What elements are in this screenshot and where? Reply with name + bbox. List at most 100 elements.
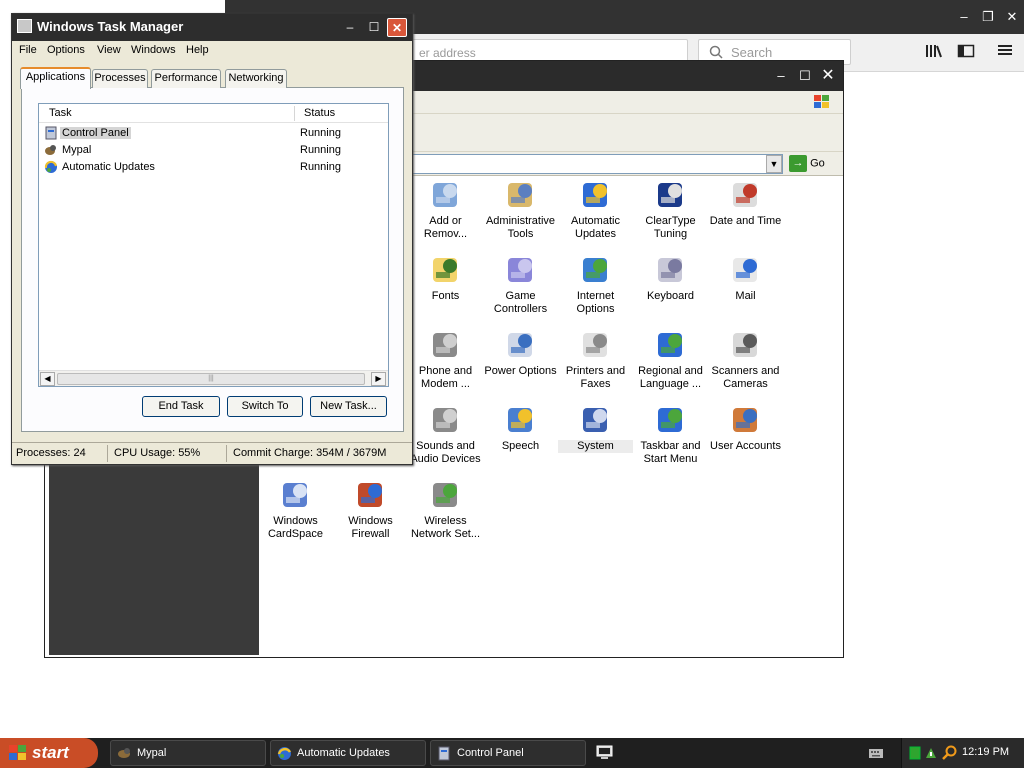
column-task[interactable]: Task (49, 107, 72, 119)
safely-remove-icon[interactable] (924, 746, 938, 760)
windows-flag-icon (9, 745, 26, 760)
cp-item[interactable]: Speech (483, 404, 558, 453)
cp-item[interactable]: Administrative Tools (483, 179, 558, 241)
address-input[interactable] (395, 154, 783, 174)
cp-item[interactable]: Fonts (408, 254, 483, 303)
tm-maximize-button[interactable]: ☐ (364, 18, 384, 37)
internet-options-icon (580, 254, 612, 286)
new-task-button[interactable]: New Task... (310, 396, 387, 417)
tm-menubar: File Options View Windows Help (12, 41, 412, 61)
cp-item[interactable]: Automatic Updates (558, 179, 633, 241)
library-icon[interactable] (924, 43, 944, 63)
cp-item[interactable]: Keyboard (633, 254, 708, 303)
cp-item[interactable]: Taskbar and Start Menu (633, 404, 708, 466)
go-button[interactable]: → Go (789, 155, 839, 173)
cp-item[interactable]: ClearType Tuning (633, 179, 708, 241)
cp-item-label: User Accounts (710, 440, 781, 452)
administrative-tools-icon (505, 179, 537, 211)
cp-minimize-button[interactable]: – (771, 67, 791, 85)
cp-item[interactable]: Wireless Network Set... (408, 479, 483, 541)
table-row[interactable]: Automatic Updates Running (39, 159, 388, 176)
column-status[interactable]: Status (304, 107, 335, 119)
scroll-left-button[interactable]: ◀ (40, 372, 55, 386)
tm-close-button[interactable]: ✕ (387, 18, 407, 37)
switch-to-button[interactable]: Switch To (227, 396, 303, 417)
taskbar-button-mypal[interactable]: Mypal (110, 740, 266, 766)
task-manager-tray-icon[interactable] (596, 744, 613, 761)
cp-item-label: Keyboard (646, 290, 695, 302)
taskbar-button-control-panel[interactable]: Control Panel (430, 740, 586, 766)
fonts-icon (430, 254, 462, 286)
task-name: Automatic Updates (62, 161, 155, 173)
task-manager-title: Windows Task Manager (37, 19, 184, 34)
mail-icon (730, 254, 762, 286)
taskbar-button-label: Mypal (137, 747, 167, 759)
browser-minimize-button[interactable]: – (953, 8, 975, 26)
cp-item-label: Phone and Modem ... (418, 365, 473, 390)
cp-item[interactable]: Sounds and Audio Devices (408, 404, 483, 466)
cp-item[interactable]: Phone and Modem ... (408, 329, 483, 391)
cp-maximize-button[interactable]: ☐ (795, 67, 815, 85)
column-divider[interactable] (294, 106, 295, 121)
system-icon (580, 404, 612, 436)
scroll-right-button[interactable]: ▶ (371, 372, 386, 386)
browser-close-button[interactable]: ✕ (1001, 8, 1023, 26)
control-panel-icon (44, 126, 58, 140)
cp-item[interactable]: Printers and Faxes (558, 329, 633, 391)
tab-processes[interactable]: Processes (92, 69, 148, 88)
menu-options[interactable]: Options (47, 44, 85, 56)
cp-item-label: Mail (735, 290, 756, 302)
cp-item-label: Game Controllers (493, 290, 548, 315)
game-controllers-icon (505, 254, 537, 286)
taskbar-button-automatic-updates[interactable]: Automatic Updates (270, 740, 426, 766)
wireless-icon (430, 479, 462, 511)
cp-item[interactable]: User Accounts (708, 404, 783, 453)
cp-item-label: ClearType Tuning (645, 215, 696, 240)
network-icon[interactable] (909, 746, 921, 760)
search-tray-icon[interactable] (942, 745, 957, 760)
cp-item-label: Add or Remov... (423, 215, 468, 240)
end-task-button[interactable]: End Task (142, 396, 220, 417)
start-button[interactable]: start (0, 738, 98, 768)
sidebar-icon[interactable] (956, 43, 976, 63)
table-row[interactable]: Control Panel Running (39, 125, 388, 142)
cp-item[interactable]: Regional and Language ... (633, 329, 708, 391)
scroll-thumb[interactable]: ||| (57, 373, 365, 385)
menu-icon[interactable] (995, 43, 1015, 63)
search-placeholder: Search (731, 45, 773, 60)
system-tray: 12:19 PM (901, 738, 1024, 768)
cardspace-icon (280, 479, 312, 511)
menu-help[interactable]: Help (186, 44, 209, 56)
cp-item[interactable]: Windows Firewall (333, 479, 408, 541)
cp-item-label: Regional and Language ... (638, 365, 703, 390)
menu-file[interactable]: File (19, 44, 37, 56)
cp-item[interactable]: Mail (708, 254, 783, 303)
tab-networking[interactable]: Networking (225, 69, 287, 88)
cp-item[interactable]: Add or Remov... (408, 179, 483, 241)
task-status: Running (300, 127, 341, 139)
cp-item-label: Administrative Tools (485, 215, 556, 240)
cp-item[interactable]: Power Options (483, 329, 558, 378)
keyboard-indicator-icon[interactable] (868, 746, 884, 760)
horizontal-scrollbar[interactable]: ◀ ||| ▶ (39, 370, 388, 386)
cp-item[interactable]: Internet Options (558, 254, 633, 316)
tm-statusbar: Processes: 24 CPU Usage: 55% Commit Char… (12, 442, 412, 464)
cp-item[interactable]: Scanners and Cameras (708, 329, 783, 391)
control-panel-icon (438, 746, 450, 761)
tab-applications[interactable]: Applications (20, 67, 91, 89)
table-row[interactable]: Mypal Running (39, 142, 388, 159)
tab-performance[interactable]: Performance (151, 69, 221, 88)
menu-windows[interactable]: Windows (131, 44, 176, 56)
search-icon (709, 45, 723, 59)
menu-view[interactable]: View (97, 44, 121, 56)
cp-close-button[interactable]: ✕ (818, 67, 838, 85)
browser-restore-button[interactable]: ❐ (977, 8, 999, 26)
task-list-header: Task Status (39, 104, 388, 123)
tm-minimize-button[interactable]: – (340, 18, 360, 37)
cp-item[interactable]: Game Controllers (483, 254, 558, 316)
cp-item[interactable]: System (558, 404, 633, 453)
printers-icon (580, 329, 612, 361)
cp-item[interactable]: Date and Time (708, 179, 783, 228)
address-dropdown-button[interactable]: ▼ (766, 155, 782, 173)
cp-item[interactable]: Windows CardSpace (258, 479, 333, 541)
